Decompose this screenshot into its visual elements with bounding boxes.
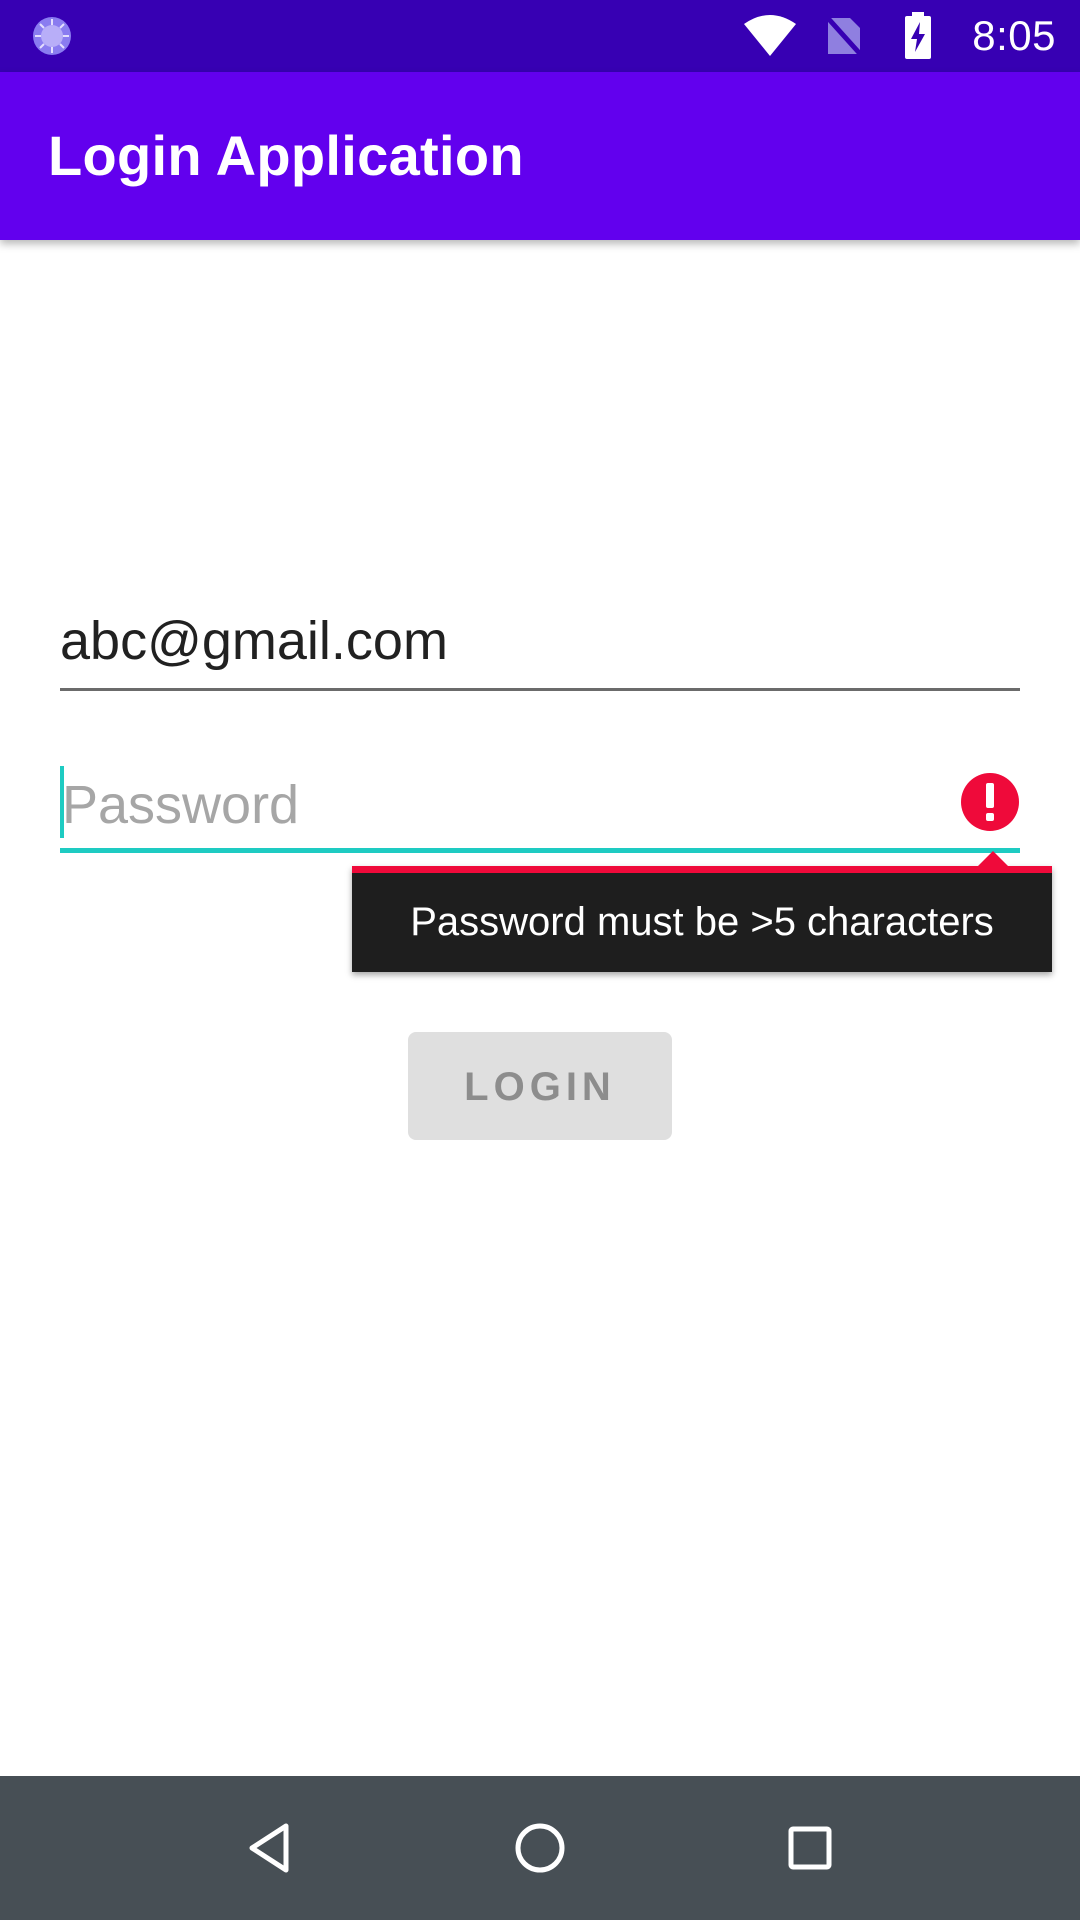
app-title: Login Application [48, 124, 524, 187]
email-field[interactable]: abc@gmail.com [60, 600, 1020, 691]
error-tooltip: Password must be >5 characters [352, 851, 1052, 972]
status-icons: 8:05 [724, 0, 1056, 72]
email-value: abc@gmail.com [60, 611, 448, 671]
login-button[interactable]: LOGIN [408, 1032, 672, 1140]
recents-button[interactable] [750, 1776, 870, 1920]
recents-icon [788, 1826, 832, 1870]
error-icon [961, 773, 1019, 831]
home-icon [515, 1823, 565, 1873]
battery-charging-icon [890, 12, 946, 60]
app-bar: Login Application [0, 72, 1080, 240]
app-loading-icon [33, 17, 71, 55]
tooltip-arrow [977, 851, 1009, 867]
navigation-bar [0, 1776, 1080, 1920]
home-button[interactable] [480, 1776, 600, 1920]
login-screen: 8:05 Login Application abc@gmail.com Pas… [0, 0, 1080, 1920]
status-time: 8:05 [972, 12, 1056, 59]
no-sim-icon [816, 12, 872, 60]
back-icon [249, 1823, 289, 1873]
password-placeholder: Password [62, 775, 300, 835]
password-field[interactable]: Password [60, 760, 1020, 853]
error-message: Password must be >5 characters [410, 900, 994, 944]
status-bar: 8:05 [0, 0, 1080, 72]
back-button[interactable] [210, 1776, 330, 1920]
wifi-icon [742, 12, 798, 60]
